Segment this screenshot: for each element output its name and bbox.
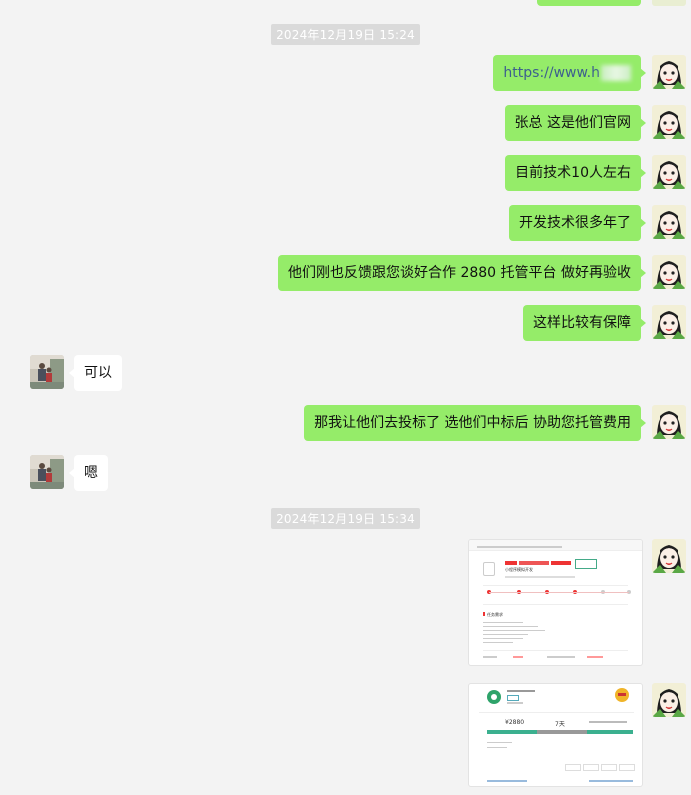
timestamp: 2024年12月19日 15:24 xyxy=(0,24,691,45)
bid-amount: ¥2880 xyxy=(505,719,525,726)
my-avatar[interactable] xyxy=(652,155,686,189)
contact-avatar[interactable] xyxy=(30,455,64,489)
my-avatar[interactable] xyxy=(652,105,686,139)
message-bubble[interactable]: 张总 这是他们官网 xyxy=(504,105,647,141)
my-avatar[interactable] xyxy=(652,0,686,6)
message-bubble[interactable]: 那我让他们去投标了 选他们中标后 协助您托管费用 xyxy=(304,405,646,441)
my-avatar[interactable] xyxy=(652,539,686,573)
message-bubble[interactable]: 他们刚也反馈跟您谈好合作 2880 托管平台 做好再验收 xyxy=(278,255,646,291)
timestamp: 2024年12月19日 15:34 xyxy=(0,508,691,529)
message-bubble-url[interactable]: https://www.h xyxy=(493,55,646,91)
my-avatar[interactable] xyxy=(652,55,686,89)
message-bubble[interactable]: 可以 xyxy=(69,355,122,391)
message-link[interactable]: https://www.h xyxy=(503,65,600,81)
message-bubble[interactable]: 目前技术10人左右 xyxy=(505,155,646,191)
my-avatar[interactable] xyxy=(652,205,686,239)
my-avatar[interactable] xyxy=(652,405,686,439)
message-bubble[interactable]: 开发技术很多年了 xyxy=(509,205,646,241)
project-title: 小程序模拟开发 xyxy=(505,567,533,572)
redacted-blur xyxy=(601,65,631,81)
my-avatar[interactable] xyxy=(652,683,686,717)
my-avatar[interactable] xyxy=(652,255,686,289)
my-avatar[interactable] xyxy=(652,305,686,339)
bid-days: 7天 xyxy=(555,721,565,728)
section-title: 任务需求 xyxy=(487,612,503,617)
image-message-bid-page[interactable]: ¥2880 7天 xyxy=(468,683,643,787)
message-bubble[interactable]: 嗯 xyxy=(69,455,108,491)
contact-avatar[interactable] xyxy=(30,355,64,389)
image-message-project-page[interactable]: 小程序模拟开发 任务需求 xyxy=(468,539,643,666)
message-bubble-partial[interactable] xyxy=(537,0,641,6)
message-bubble[interactable]: 这样比较有保障 xyxy=(523,305,646,341)
